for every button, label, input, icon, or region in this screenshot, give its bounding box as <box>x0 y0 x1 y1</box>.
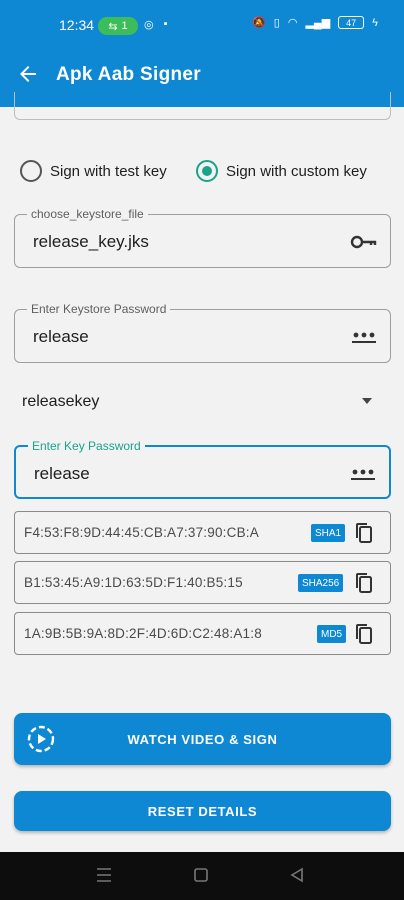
chat-icon: ◎ <box>144 19 154 31</box>
md5-badge: MD5 <box>317 625 347 643</box>
keystore-password-field[interactable]: Enter Keystore Password release <box>14 302 391 363</box>
key-alias-dropdown[interactable]: releasekey <box>22 390 378 414</box>
hotspot-icon: ⇆ <box>108 20 118 33</box>
mute-icon: 🔕 <box>252 17 266 29</box>
watch-video-sign-label: WATCH VIDEO & SIGN <box>127 731 278 747</box>
keystore-password-label: Enter Keystore Password <box>27 302 171 316</box>
dots-icon[interactable] <box>349 462 377 486</box>
keystore-password-value: release <box>33 327 89 346</box>
page-title: Apk Aab Signer <box>56 64 201 85</box>
back-arrow-icon[interactable] <box>16 62 40 86</box>
md5-value[interactable]: 1A:9B:5B:9A:8D:2F:4D:6D:C2:48:A1:8 <box>24 626 304 641</box>
sha1-value[interactable]: F4:53:F8:9D:44:45:CB:A7:37:90:CB:A <box>24 525 304 540</box>
menu-icon[interactable] <box>96 866 112 884</box>
signal-icon: ▂▄▆ <box>305 17 331 29</box>
key-password-label: Enter Key Password <box>28 439 145 453</box>
status-bar: 12:34 ⇆ 1 ◎ ▪ 🔕 ▯ ◠ ▂▄▆ 47 ϟ <box>0 0 404 52</box>
keystore-file-value: release_key.jks <box>33 232 149 251</box>
status-left-icons: ◎ ▪ <box>144 18 168 31</box>
status-right-icons: 🔕 ▯ ◠ ▂▄▆ 47 ϟ <box>252 16 378 29</box>
radio-button-custom[interactable] <box>196 160 218 182</box>
system-nav-bar <box>0 852 404 900</box>
battery-level: 47 <box>346 17 357 28</box>
sha1-badge: SHA1 <box>311 524 346 542</box>
key-alias-value: releasekey <box>22 393 100 410</box>
wifi-icon: ◠ <box>287 17 298 29</box>
keystore-file-field[interactable]: choose_keystore_file release_key.jks <box>14 207 391 268</box>
watch-video-sign-button[interactable]: WATCH VIDEO & SIGN <box>14 713 391 765</box>
chevron-down-icon <box>362 398 372 404</box>
status-time: 12:34 <box>59 17 95 33</box>
key-icon[interactable] <box>350 230 378 254</box>
charging-icon: ϟ <box>372 16 378 29</box>
sha256-row: B1:53:45:A9:1D:63:5D:F1:40:B5:15 SHA256 <box>14 561 391 604</box>
radio-custom-label: Sign with custom key <box>226 162 367 180</box>
copy-icon[interactable] <box>354 521 374 545</box>
reset-details-button[interactable]: RESET DETAILS <box>14 791 391 831</box>
home-icon[interactable] <box>193 866 209 884</box>
copy-icon[interactable] <box>354 622 374 646</box>
app-header: 12:34 ⇆ 1 ◎ ▪ 🔕 ▯ ◠ ▂▄▆ 47 ϟ Apk Aab Sig… <box>0 0 404 107</box>
key-password-field[interactable]: Enter Key Password release <box>14 439 391 499</box>
sha256-badge: SHA256 <box>298 574 344 592</box>
sha1-row: F4:53:F8:9D:44:45:CB:A7:37:90:CB:A SHA1 <box>14 511 391 554</box>
vibrate-icon: ▯ <box>273 17 280 29</box>
key-password-value: release <box>34 464 90 483</box>
status-pill: ⇆ 1 <box>98 17 138 35</box>
sha256-value[interactable]: B1:53:45:A9:1D:63:5D:F1:40:B5:15 <box>24 575 304 590</box>
android-icon: ▪ <box>163 18 168 30</box>
dots-icon[interactable] <box>350 325 378 349</box>
back-nav-icon[interactable] <box>289 866 305 884</box>
copy-icon[interactable] <box>354 571 374 595</box>
reset-details-label: RESET DETAILS <box>147 803 258 819</box>
keystore-file-label: choose_keystore_file <box>27 207 148 221</box>
play-circle-icon <box>27 725 55 753</box>
status-pill-count: 1 <box>121 20 128 32</box>
battery-icon: 47 <box>338 16 365 29</box>
radio-test-key[interactable]: Sign with test key <box>20 158 167 184</box>
radio-test-label: Sign with test key <box>50 162 167 180</box>
md5-row: 1A:9B:5B:9A:8D:2F:4D:6D:C2:48:A1:8 MD5 <box>14 612 391 655</box>
radio-button-test[interactable] <box>20 160 42 182</box>
radio-custom-key[interactable]: Sign with custom key <box>196 158 367 184</box>
previous-field[interactable] <box>14 92 391 120</box>
